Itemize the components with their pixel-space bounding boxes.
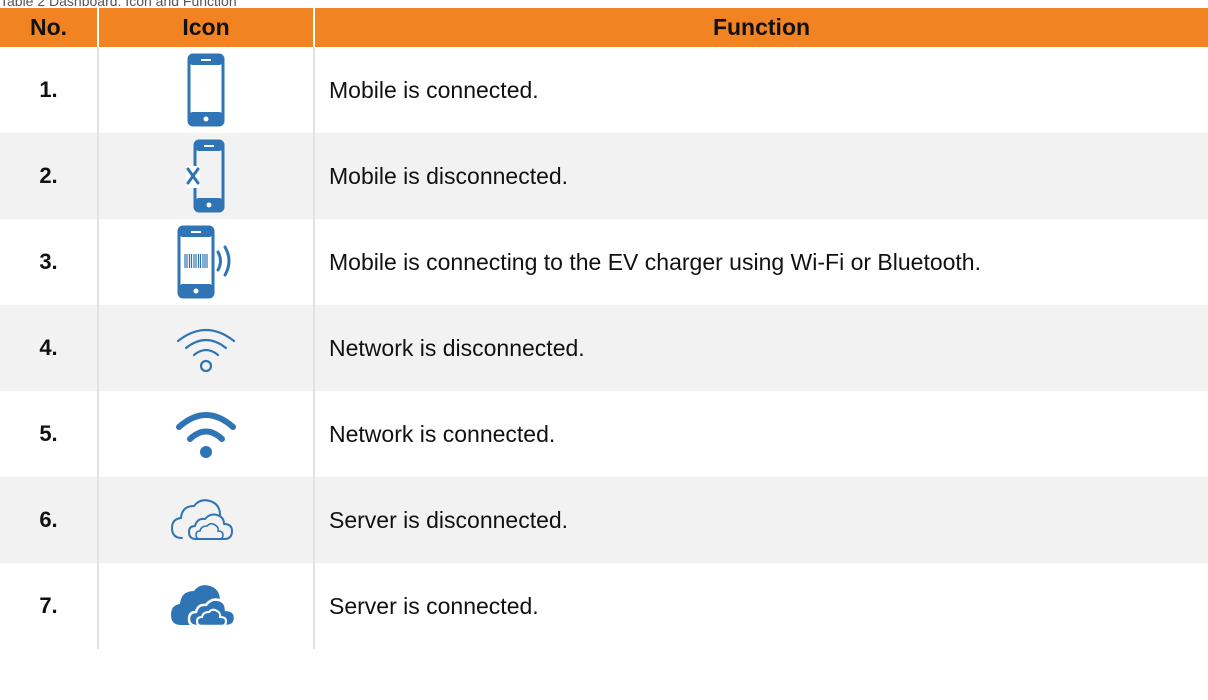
icon-cell: [98, 133, 315, 219]
table-row: 5. Network is connected.: [0, 391, 1208, 477]
server-connected-icon: [171, 585, 237, 628]
row-number: 2.: [0, 133, 99, 219]
mobile-connected-icon: [187, 53, 225, 127]
icon-cell: [98, 477, 315, 563]
row-number: 5.: [0, 391, 99, 477]
table-row: 3. Mobile is connecting to the EV charge…: [0, 219, 1208, 305]
icon-cell: [98, 47, 315, 133]
row-number: 3.: [0, 219, 99, 305]
row-number: 6.: [0, 477, 99, 563]
icon-cell: [98, 563, 315, 649]
function-text: Server is connected.: [314, 563, 1208, 649]
row-number: 1.: [0, 47, 99, 133]
icon-cell: [98, 391, 315, 477]
function-text: Network is connected.: [314, 391, 1208, 477]
table-row: 6. Server is disconnected.: [0, 477, 1208, 563]
table-row: 4. Network is disconnected.: [0, 305, 1208, 391]
function-text: Mobile is connected.: [314, 47, 1208, 133]
table-row: 2. Mobile is disconnected.: [0, 133, 1208, 219]
icon-function-table: No. Icon Function 1. Mobile is connected…: [0, 8, 1208, 649]
mobile-disconnected-icon: [186, 139, 225, 213]
function-text: Mobile is connecting to the EV charger u…: [314, 219, 1208, 305]
column-header-function: Function: [314, 8, 1208, 47]
table-caption: Table 2 Dashboard: Icon and Function: [0, 0, 237, 9]
row-number: 4.: [0, 305, 99, 391]
column-header-no: No.: [0, 8, 99, 47]
server-disconnected-icon: [170, 499, 233, 540]
function-text: Mobile is disconnected.: [314, 133, 1208, 219]
table-row: 7. Server is connected.: [0, 563, 1208, 649]
row-number: 7.: [0, 563, 99, 649]
column-header-icon: Icon: [98, 8, 315, 47]
network-disconnected-icon: [176, 329, 236, 373]
function-text: Network is disconnected.: [314, 305, 1208, 391]
mobile-connecting-icon: [177, 225, 231, 299]
table-row: 1. Mobile is connected.: [0, 47, 1208, 133]
network-connected-icon: [176, 412, 236, 458]
icon-cell: [98, 305, 315, 391]
function-text: Server is disconnected.: [314, 477, 1208, 563]
icon-cell: [98, 219, 315, 305]
table-header-row: No. Icon Function: [0, 8, 1208, 47]
